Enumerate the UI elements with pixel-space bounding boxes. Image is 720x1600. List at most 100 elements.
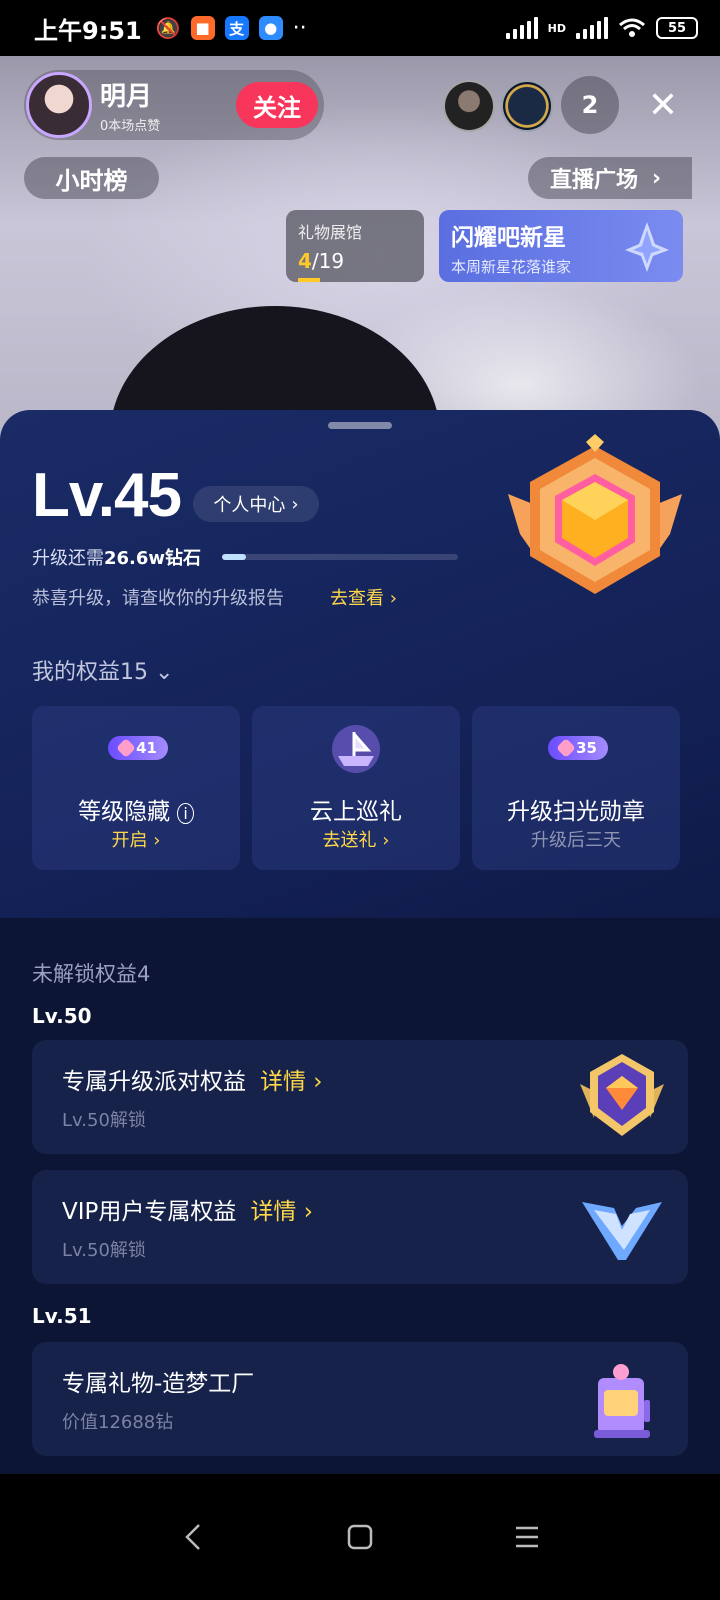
network-type: HD: [547, 21, 566, 35]
level-sheet[interactable]: Lv.45 个人中心 › 升级还需26.6w钻石 恭喜升级，请查收你的升级报告 …: [0, 410, 720, 1474]
cloud-ship-gift-icon: [332, 725, 380, 773]
level-progress-fill: [222, 554, 246, 560]
battery-level: 55: [667, 20, 687, 36]
my-rights-toggle[interactable]: 我的权益15 ⌄: [32, 654, 173, 686]
gift-hall-current: 4: [298, 249, 312, 273]
locked-item-title-text: 专属升级派对权益: [62, 1069, 246, 1095]
gift-hall-total: /19: [311, 249, 345, 273]
diamond-icon: [556, 738, 576, 758]
level-badge-icon: [508, 434, 682, 594]
locked-item-title-text: VIP用户专属权益: [62, 1199, 237, 1225]
shopping-app-icon: ■: [190, 16, 215, 40]
home-icon[interactable]: [330, 1507, 390, 1567]
dream-factory-gift-icon: [594, 1364, 650, 1438]
congrats-text: 恭喜升级，请查收你的升级报告: [32, 588, 284, 609]
anchor-likes: 0本场点赞: [100, 119, 161, 134]
right-card-level-hide[interactable]: 41 等级隐藏 i 开启 ›: [32, 706, 240, 870]
diamond-icon: [116, 738, 136, 758]
group-level: Lv.50: [32, 1004, 92, 1028]
more-dots-icon: ··: [292, 15, 307, 41]
hour-rank-button[interactable]: 小时榜: [24, 157, 159, 199]
card-sub-text: 开启: [111, 830, 148, 851]
sheet-drag-handle[interactable]: [328, 422, 392, 429]
signal-2-icon: [576, 17, 608, 39]
viewer-avatar[interactable]: [443, 80, 495, 132]
viewer-avatar[interactable]: [501, 80, 553, 132]
badge-value: 35: [576, 739, 597, 757]
right-card-shine-medal[interactable]: 35 升级扫光勋章 升级后三天: [472, 706, 680, 870]
my-rights-title: 我的权益15: [32, 660, 148, 685]
locked-item-title: VIP用户专属权益 详情 ›: [62, 1192, 313, 1226]
locked-item-title: 专属升级派对权益 详情 ›: [62, 1062, 323, 1096]
back-icon[interactable]: [163, 1507, 223, 1567]
personal-center-button[interactable]: 个人中心 ›: [193, 486, 319, 522]
locked-title: 未解锁权益4: [32, 962, 151, 986]
system-nav-bar: [0, 1474, 720, 1600]
details-link[interactable]: 详情 ›: [250, 1199, 313, 1225]
star-banner[interactable]: 闪耀吧新星 本周新星花落谁家: [439, 210, 683, 282]
level-progress-bar: [222, 554, 458, 560]
battery-icon: 55: [656, 17, 698, 39]
info-icon[interactable]: i: [177, 803, 194, 824]
card-title-text: 等级隐藏: [78, 799, 171, 825]
badge-value: 41: [136, 739, 157, 757]
card-title: 等级隐藏 i: [32, 792, 240, 826]
anchor-name: 明月: [100, 82, 153, 112]
right-card-cloud-tour[interactable]: 云上巡礼 去送礼 ›: [252, 706, 460, 870]
locked-item[interactable]: 专属礼物-造梦工厂 价值12688钻: [32, 1342, 688, 1456]
gift-hall-widget[interactable]: 礼物展馆 4/19: [286, 210, 424, 282]
locked-item[interactable]: 专属升级派对权益 详情 › Lv.50解锁: [32, 1040, 688, 1154]
vip-v-icon: [582, 1202, 662, 1260]
locked-item-title: 专属礼物-造梦工厂: [62, 1371, 255, 1397]
upgrade-prefix: 升级还需: [32, 548, 104, 569]
signal-icon: [505, 17, 538, 39]
viewer-count[interactable]: 2: [561, 76, 619, 134]
send-gift-link[interactable]: 去送礼 ›: [252, 826, 460, 852]
card-sub-text: 去送礼: [322, 830, 377, 851]
upgrade-amount: 26.6w钻石: [104, 548, 202, 569]
gift-hall-progress: 4/19: [298, 249, 412, 273]
status-time: 上午9:51: [34, 16, 142, 45]
chat-app-icon: ●: [258, 16, 283, 40]
gold-shield-gem-icon: [580, 1054, 664, 1136]
view-report-label: 去查看: [330, 588, 384, 609]
anchor-card[interactable]: 明月 0本场点赞 关注: [24, 70, 324, 140]
live-plaza-label: 直播广场: [550, 168, 639, 193]
gift-hall-progress-bar: [298, 278, 320, 282]
menu-icon[interactable]: [497, 1507, 557, 1567]
locked-item[interactable]: VIP用户专属权益 详情 › Lv.50解锁: [32, 1170, 688, 1284]
locked-item-sub: Lv.50解锁: [62, 1240, 146, 1261]
card-title: 云上巡礼: [310, 799, 402, 825]
locked-item-sub: Lv.50解锁: [62, 1110, 146, 1131]
crystal-star-icon: [625, 222, 669, 272]
gift-hall-title: 礼物展馆: [298, 223, 363, 242]
group-level: Lv.51: [32, 1304, 92, 1328]
card-sub: 升级后三天: [531, 830, 621, 851]
locked-item-sub: 价值12688钻: [62, 1412, 174, 1433]
status-app-icons: 🔕 ■ 支 ● ··: [156, 16, 307, 41]
details-link[interactable]: 详情 ›: [260, 1069, 323, 1095]
follow-button[interactable]: 关注: [236, 82, 318, 128]
anchor-info: 明月 0本场点赞: [100, 76, 160, 134]
anchor-avatar[interactable]: [26, 72, 92, 138]
diamond-badge: 41: [108, 736, 168, 760]
live-plaza-button[interactable]: 直播广场 ›: [528, 157, 692, 199]
level-value: Lv.45: [32, 461, 182, 530]
diamond-badge: 35: [548, 736, 608, 760]
view-report-link[interactable]: 去查看 ›: [330, 584, 397, 610]
upgrade-requirement: 升级还需26.6w钻石: [32, 544, 201, 570]
chevron-down-icon: ⌄: [155, 660, 174, 685]
details-label: 详情: [260, 1069, 306, 1095]
status-bar: 上午9:51 🔕 ■ 支 ● ·· HD 55: [0, 0, 720, 56]
details-label: 详情: [250, 1199, 297, 1225]
personal-center-label: 个人中心: [213, 495, 286, 516]
enable-link[interactable]: 开启 ›: [32, 826, 240, 852]
chevron-right-icon: ›: [291, 493, 299, 515]
wifi-icon: [619, 18, 645, 37]
close-icon[interactable]: ✕: [640, 80, 686, 130]
card-title: 升级扫光勋章: [507, 799, 645, 825]
mute-bell-icon: 🔕: [155, 16, 181, 40]
alipay-icon: 支: [224, 16, 249, 40]
chevron-right-icon: ›: [652, 165, 662, 191]
status-right: HD 55: [505, 17, 698, 39]
